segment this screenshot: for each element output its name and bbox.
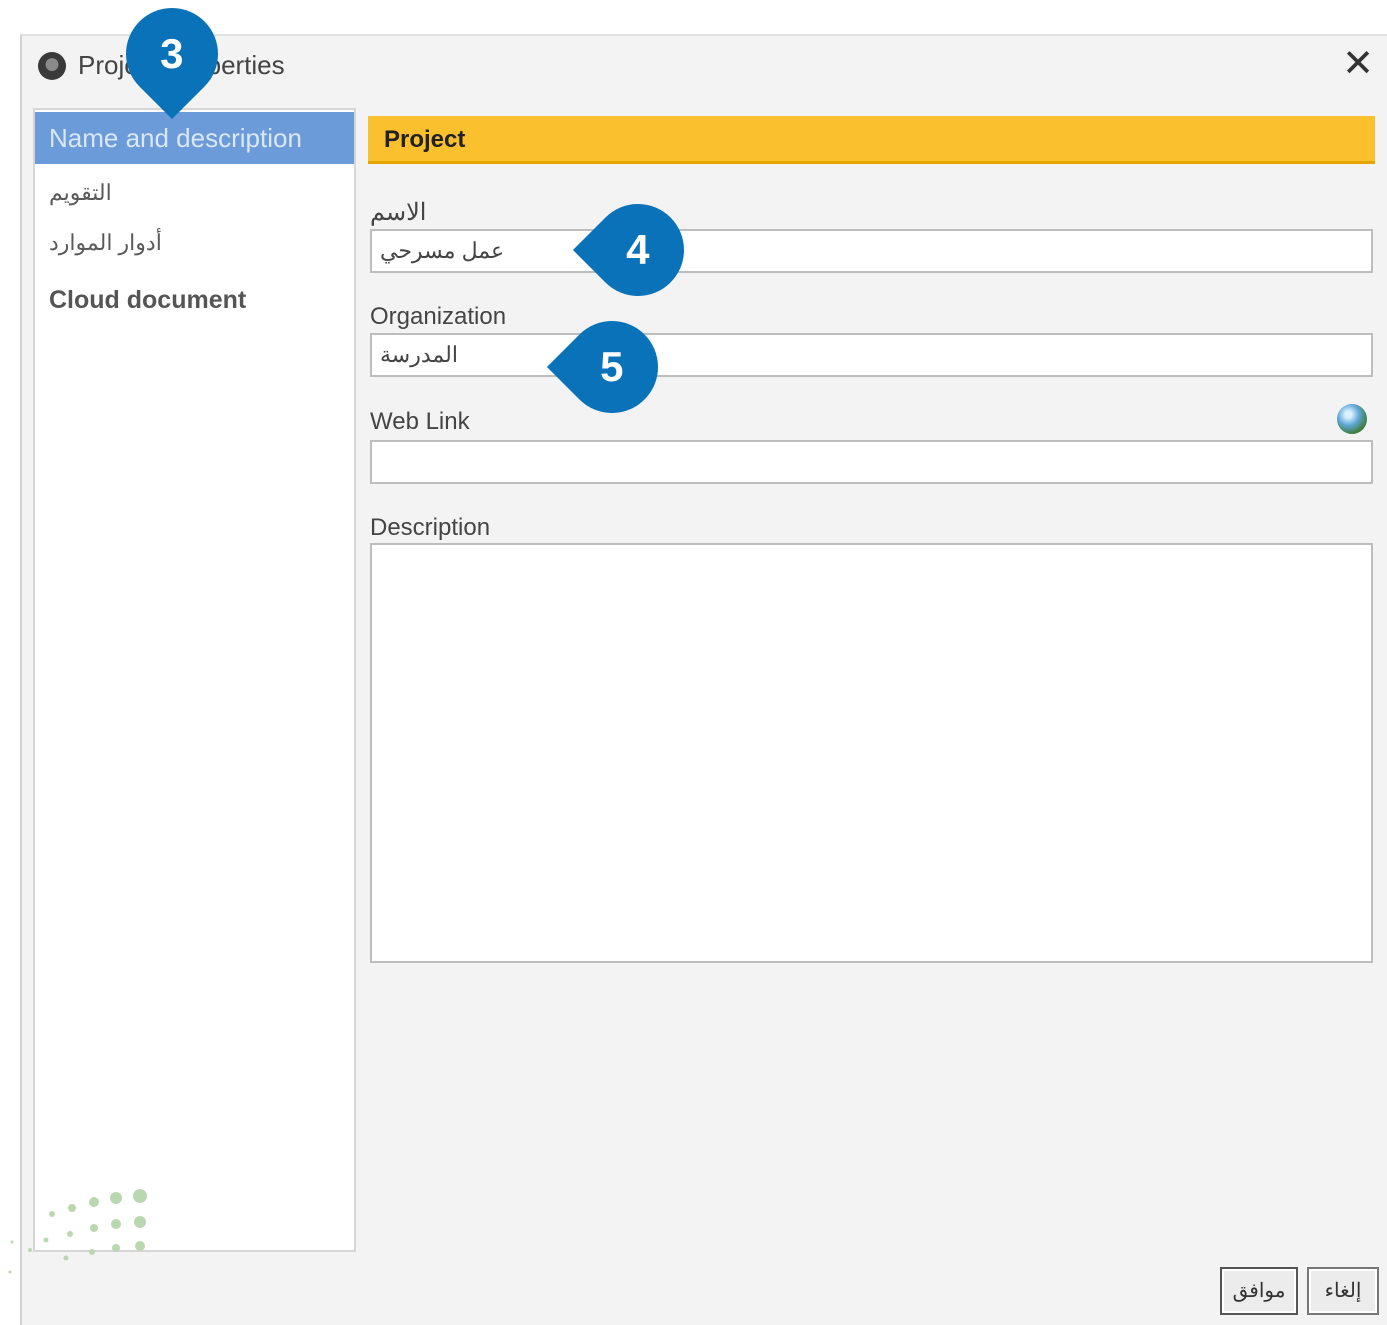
close-icon[interactable]: ✕ [1338, 44, 1378, 84]
name-label: الاسم [370, 199, 427, 226]
ok-button[interactable]: موافق [1220, 1267, 1298, 1315]
section-title: Project [368, 116, 1375, 164]
name-input[interactable]: عمل مسرحي [370, 229, 1373, 273]
organization-input[interactable]: المدرسة [370, 333, 1373, 377]
sidebar-item-cloud-document[interactable]: Cloud document [35, 286, 354, 315]
description-textarea[interactable] [370, 543, 1373, 963]
description-label: Description [370, 514, 491, 541]
organization-value: المدرسة [380, 342, 458, 367]
globe-icon[interactable] [1337, 404, 1367, 434]
app-icon [38, 52, 66, 80]
sidebar-item-resource-roles[interactable]: أدوار الموارد [35, 230, 354, 256]
name-value: عمل مسرحي [380, 238, 505, 263]
cancel-button[interactable]: إلغاء [1307, 1267, 1379, 1315]
web-link-label: Web Link [370, 408, 470, 435]
sidebar: Name and description التقويم أدوار الموا… [33, 108, 356, 1252]
sidebar-item-label: أدوار الموارد [49, 230, 162, 255]
web-link-input[interactable] [370, 440, 1373, 484]
sidebar-item-label: التقويم [49, 180, 112, 205]
sidebar-item-calendar[interactable]: التقويم [35, 180, 354, 206]
sidebar-item-name-and-description[interactable]: Name and description [35, 112, 354, 164]
organization-label: Organization [370, 303, 507, 330]
decorative-dot-pattern [8, 1189, 147, 1274]
